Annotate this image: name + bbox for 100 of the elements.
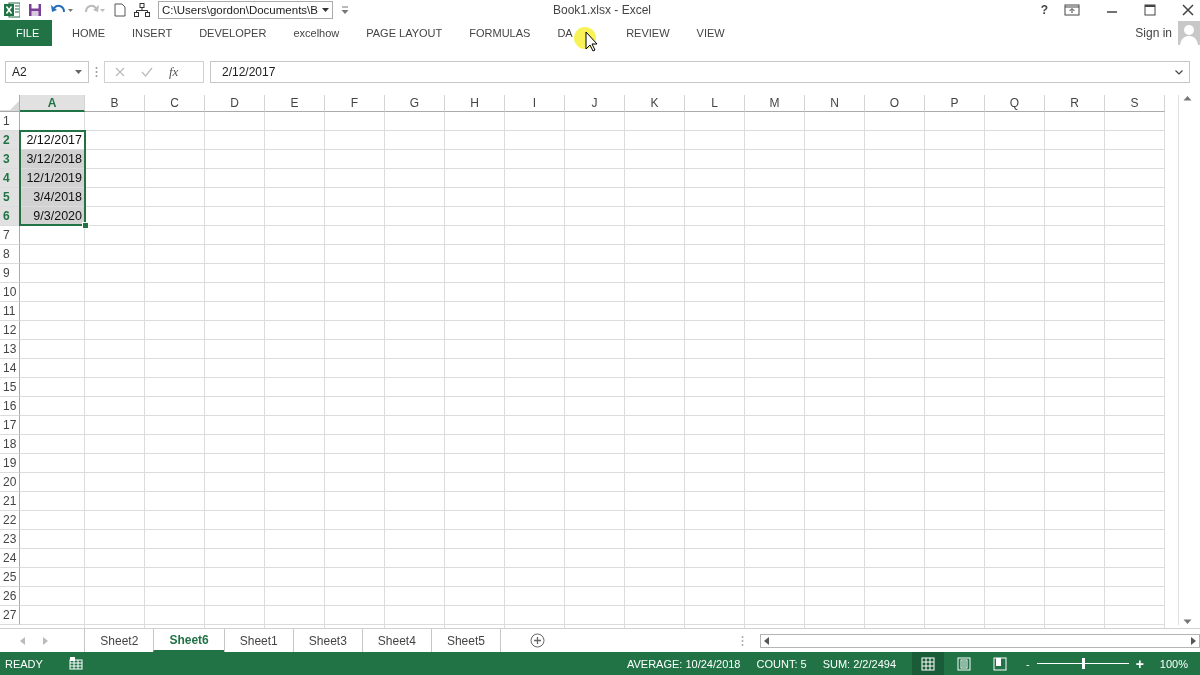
row-header[interactable]: 25 (0, 568, 20, 587)
row-header[interactable]: 8 (0, 245, 20, 264)
zoom-out-button[interactable]: - (1026, 657, 1030, 670)
column-header[interactable]: J (565, 95, 625, 112)
row-header[interactable]: 22 (0, 511, 20, 530)
path-dropdown[interactable]: C:\Users\gordon\Documents\B (158, 1, 333, 19)
row-header[interactable]: 20 (0, 473, 20, 492)
column-header[interactable]: G (385, 95, 445, 112)
ribbon-tab[interactable]: INSERT (118, 20, 186, 46)
grip-icon (95, 66, 98, 78)
ribbon-tab[interactable]: VIEW (683, 20, 739, 46)
column-header[interactable]: A (20, 95, 85, 112)
row-header[interactable]: 14 (0, 359, 20, 378)
row-header[interactable]: 10 (0, 283, 20, 302)
caret-icon (75, 70, 82, 74)
scroll-left-icon[interactable] (764, 636, 769, 645)
sheet-tab[interactable]: Sheet6 (153, 629, 224, 652)
row-header[interactable]: 19 (0, 454, 20, 473)
sign-in-link[interactable]: Sign in (1135, 20, 1172, 46)
excel-logo-icon[interactable] (4, 2, 20, 18)
column-header[interactable]: H (445, 95, 505, 112)
row-header[interactable]: 13 (0, 340, 20, 359)
column-header[interactable]: P (925, 95, 985, 112)
row-header[interactable]: 16 (0, 397, 20, 416)
column-header[interactable]: C (145, 95, 205, 112)
ribbon-display-icon[interactable] (1064, 4, 1080, 16)
scroll-up-icon[interactable] (1182, 95, 1192, 101)
zoom-level[interactable]: 100% (1159, 657, 1188, 670)
window-title: Book1.xlsx - Excel (553, 3, 652, 17)
column-header[interactable]: S (1105, 95, 1165, 112)
fill-handle[interactable] (82, 222, 89, 229)
status-summary: SUM: 2/2/2494 (822, 657, 896, 670)
help-button[interactable]: ? (1040, 3, 1048, 17)
column-header[interactable]: E (265, 95, 325, 112)
ribbon-tab[interactable]: REVIEW (612, 20, 684, 46)
column-header[interactable]: D (205, 95, 265, 112)
row-header[interactable]: 18 (0, 435, 20, 454)
network-diagram-icon[interactable] (134, 3, 150, 17)
customize-toolbar-icon[interactable] (340, 5, 349, 15)
close-icon[interactable] (1182, 4, 1194, 16)
scroll-down-icon[interactable] (1182, 619, 1192, 625)
row-header[interactable]: 21 (0, 492, 20, 511)
column-header[interactable]: N (805, 95, 865, 112)
ribbon-tab[interactable]: HOME (72, 20, 119, 46)
column-header[interactable]: R (1045, 95, 1105, 112)
column-header[interactable]: K (625, 95, 685, 112)
column-header[interactable]: Q (985, 95, 1045, 112)
add-sheet-icon[interactable] (529, 633, 545, 648)
table-cell[interactable]: 3/4/2018 (20, 188, 85, 207)
caret-icon (321, 8, 329, 12)
name-box[interactable]: A2 (5, 61, 89, 83)
row-header[interactable]: 12 (0, 321, 20, 340)
row-header[interactable]: 27 (0, 606, 20, 625)
new-document-icon[interactable] (114, 3, 126, 17)
status-summary: AVERAGE: 10/24/2018 (626, 657, 741, 670)
insert-function-button[interactable]: fx (169, 64, 179, 80)
column-header[interactable]: M (745, 95, 805, 112)
zoom-slider-thumb[interactable] (1081, 658, 1085, 669)
row-header[interactable]: 9 (0, 264, 20, 283)
row-header[interactable]: 11 (0, 302, 20, 321)
scroll-right-icon[interactable] (1191, 636, 1196, 645)
status-mode: READY (5, 657, 43, 670)
column-header[interactable]: I (505, 95, 565, 112)
row-header[interactable]: 15 (0, 378, 20, 397)
row-header[interactable]: 23 (0, 530, 20, 549)
status-summary: COUNT: 5 (756, 657, 807, 670)
file-tab[interactable]: FILE (0, 20, 52, 46)
view-button[interactable] (912, 652, 944, 675)
page-break-icon (993, 656, 1007, 671)
macro-recording-icon[interactable] (68, 657, 83, 670)
row-header[interactable]: 2 (0, 131, 20, 150)
ribbon-tab[interactable]: FORMULAS (455, 20, 544, 46)
row-header[interactable]: 4 (0, 169, 20, 188)
maximize-icon[interactable] (1144, 4, 1156, 16)
row-header[interactable]: 1 (0, 112, 20, 131)
row-header[interactable]: 5 (0, 188, 20, 207)
page-layout-icon (957, 656, 971, 671)
row-header[interactable]: 3 (0, 150, 20, 169)
row-header[interactable]: 26 (0, 587, 20, 606)
column-header[interactable]: B (85, 95, 145, 112)
grip-icon (741, 634, 744, 647)
ribbon-tab[interactable]: excelhow (279, 20, 353, 46)
expand-icon[interactable] (1175, 69, 1183, 75)
ribbon-tab[interactable]: DA (543, 20, 613, 46)
zoom-in-button[interactable]: + (1135, 655, 1144, 672)
table-cell[interactable]: 3/12/2018 (20, 150, 85, 169)
column-header[interactable]: F (325, 95, 385, 112)
grid-icon (921, 656, 935, 671)
column-header[interactable]: O (865, 95, 925, 112)
save-icon[interactable] (28, 3, 42, 17)
ribbon-tab[interactable]: PAGE LAYOUT (352, 20, 456, 46)
column-header[interactable]: L (685, 95, 745, 112)
row-header[interactable]: 6 (0, 207, 20, 226)
ribbon-tab[interactable]: DEVELOPER (185, 20, 280, 46)
formula-field[interactable]: 2/12/2017 (210, 61, 1190, 83)
horizontal-scrollbar[interactable] (760, 633, 1200, 648)
row-header[interactable]: 17 (0, 416, 20, 435)
row-header[interactable]: 7 (0, 226, 20, 245)
table-cell[interactable]: 12/1/2019 (20, 169, 85, 188)
row-header[interactable]: 24 (0, 549, 20, 568)
